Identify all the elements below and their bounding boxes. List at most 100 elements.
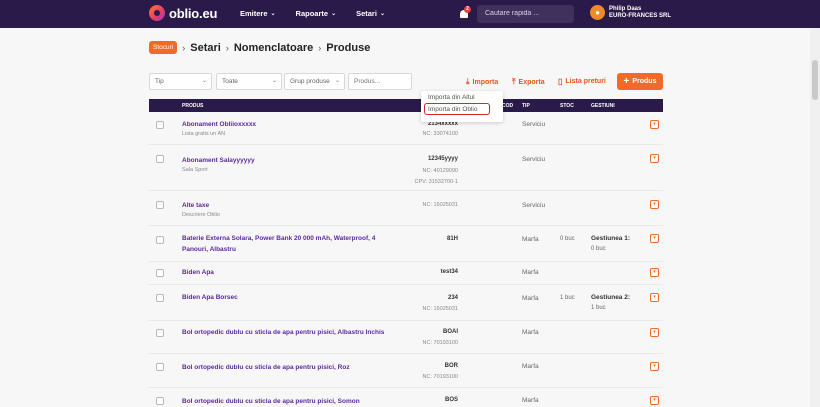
chevron-down-icon: ⌄ — [271, 78, 277, 84]
product-type: Marfa — [522, 329, 539, 336]
menu-item-import-altul[interactable]: Importa din Altul — [428, 94, 475, 101]
row-expand-button[interactable]: ▾ — [650, 293, 659, 302]
product-gestiune: Gestiunea 1: — [591, 235, 631, 242]
table-row: Biden Apa Borsec 234 NC: 16025031 Marfa … — [149, 285, 663, 321]
chevron-down-icon: ⌄ — [334, 78, 340, 84]
row-checkbox[interactable] — [156, 294, 164, 302]
chevron-down-icon: ⌄ — [201, 78, 207, 84]
main-nav: Emitere ⌄ Rapoarte ⌄ Setari ⌄ — [240, 9, 405, 18]
product-name-link[interactable]: Bol ortopedic dublu cu sticla de apa pen… — [182, 396, 402, 407]
page-title: Produse — [326, 41, 371, 54]
user-menu[interactable]: ● Philip Daas EURO-FRANCES SRL — [590, 5, 671, 20]
header-produs[interactable]: PRODUS — [182, 103, 203, 109]
tip-select[interactable]: Tip ⌄ — [149, 73, 212, 90]
product-nc: NC: 16025031 — [422, 306, 458, 312]
menu-item-import-oblio[interactable]: Importa din Oblio — [428, 106, 478, 113]
nav-rapoarte-label: Rapoarte — [295, 9, 329, 18]
product-type: Marfa — [522, 269, 539, 276]
row-checkbox[interactable] — [156, 236, 164, 244]
table-row: Abonament Salayyyyyy Sala Sport 12345yyy… — [149, 145, 663, 191]
oblio-logo-icon — [149, 5, 165, 21]
product-nc: NC: 70193100 — [422, 374, 458, 380]
product-type: Marfa — [522, 295, 539, 302]
notification-badge: 2 — [464, 6, 471, 13]
product-gestiune: Gestiunea 2: — [591, 294, 631, 301]
import-button[interactable]: ⤓ Importa — [466, 77, 498, 87]
upload-icon: ⤒ — [512, 77, 516, 86]
row-expand-button[interactable]: ▾ — [650, 200, 659, 209]
nav-setari[interactable]: Setari ⌄ — [356, 9, 385, 18]
product-name-link[interactable]: Baterie Externa Solara, Power Bank 20 00… — [182, 233, 402, 255]
chevron-down-icon: ▾ — [653, 269, 656, 275]
product-name-link[interactable]: Abonament Salayyyyyy — [182, 155, 402, 166]
grup-select-value: Grup produse — [290, 78, 330, 85]
product-name-link[interactable]: Abonament Obliioxxxxx — [182, 119, 402, 130]
grup-produse-select[interactable]: Grup produse ⌄ — [284, 73, 345, 90]
row-expand-button[interactable]: ▾ — [650, 234, 659, 243]
download-icon: ⤓ — [466, 77, 470, 86]
user-company: EURO-FRANCES SRL — [609, 12, 672, 19]
table-row: Baterie Externa Solara, Power Bank 20 00… — [149, 226, 663, 262]
nav-rapoarte[interactable]: Rapoarte ⌄ — [296, 9, 337, 18]
add-product-button[interactable]: + Produs — [617, 73, 663, 90]
row-checkbox[interactable] — [156, 155, 164, 163]
plus-icon: + — [623, 75, 630, 87]
toate-select[interactable]: Toate ⌄ — [216, 73, 282, 90]
breadcrumb-nomenclatoare[interactable]: Nomenclatoare — [234, 42, 313, 54]
page-scrollbar[interactable] — [810, 28, 820, 407]
scrollbar-thumb[interactable] — [812, 60, 818, 100]
product-name-link[interactable]: Biden Apa — [182, 267, 402, 278]
stocuri-badge[interactable]: Stocuri — [149, 41, 178, 54]
notifications-button[interactable]: 2 — [458, 6, 471, 20]
row-expand-button[interactable]: ▾ — [650, 362, 659, 371]
product-type: Serviciu — [522, 202, 546, 209]
top-navbar: oblio.eu Emitere⌄ Rapoarte⌄ Setari⌄ 2 ● … — [0, 0, 820, 28]
breadcrumb-setari[interactable]: Setari — [190, 42, 221, 54]
row-checkbox[interactable] — [156, 269, 164, 277]
produs-search-input[interactable] — [348, 73, 412, 90]
user-info: Philip Daas EURO-FRANCES SRL — [609, 6, 671, 20]
header-stoc[interactable]: STOC — [560, 103, 574, 109]
product-type: Serviciu — [522, 156, 546, 163]
nav-setari-label: Setari — [356, 9, 377, 18]
product-name-link[interactable]: Biden Apa Borsec — [182, 292, 402, 303]
nav-emitere-label: Emitere — [240, 9, 268, 18]
row-checkbox[interactable] — [156, 329, 164, 337]
row-expand-button[interactable]: ▾ — [650, 396, 659, 405]
chevron-down-icon: ⌄ — [270, 11, 276, 17]
product-code: BOS — [444, 397, 458, 403]
product-name-link[interactable]: Bol ortopedic dublu cu sticla de apa pen… — [182, 327, 402, 338]
user-icon: ● — [590, 5, 605, 20]
row-expand-button[interactable]: ▾ — [650, 154, 659, 163]
chevron-down-icon: ▾ — [653, 397, 656, 403]
chevron-down-icon: ⌄ — [331, 11, 337, 17]
product-description: Sala Sport — [182, 167, 208, 173]
header-gestiuni[interactable]: GESTIUNI — [591, 103, 615, 109]
product-code: 234 — [447, 295, 458, 301]
export-button[interactable]: ⤒ Exporta — [512, 77, 545, 87]
table-row: Bol ortopedic dublu cu sticla de apa pen… — [149, 354, 663, 388]
header-tip[interactable]: TIP — [522, 103, 530, 109]
product-name-link[interactable]: Bol ortopedic dublu cu sticla de apa pen… — [182, 362, 402, 373]
table-row: Bol ortopedic dublu cu sticla de apa pen… — [149, 321, 663, 354]
product-nc: NC: 40129090 — [422, 168, 458, 174]
table-row: Alte taxe Descriere Oblio NC: 16025031 S… — [149, 191, 663, 226]
row-expand-button[interactable]: ▾ — [650, 120, 659, 129]
quick-search-input[interactable] — [477, 5, 574, 23]
breadcrumb-separator-icon: › — [182, 42, 186, 53]
price-list-label: Lista preturi — [565, 78, 606, 85]
row-expand-button[interactable]: ▾ — [650, 268, 659, 277]
brand-logo[interactable]: oblio.eu — [149, 5, 217, 21]
product-type: Marfa — [522, 363, 539, 370]
row-expand-button[interactable]: ▾ — [650, 328, 659, 337]
row-checkbox[interactable] — [156, 397, 164, 405]
product-name-link[interactable]: Alte taxe — [182, 200, 402, 211]
nav-emitere[interactable]: Emitere ⌄ — [240, 9, 276, 18]
chevron-down-icon: ▾ — [653, 329, 656, 335]
chevron-down-icon: ▾ — [653, 155, 656, 161]
price-list-button[interactable]: ▯ Lista preturi — [558, 77, 606, 86]
row-checkbox[interactable] — [156, 201, 164, 209]
row-checkbox[interactable] — [156, 363, 164, 371]
row-checkbox[interactable] — [156, 121, 164, 129]
header-cod[interactable]: COD — [502, 103, 513, 109]
